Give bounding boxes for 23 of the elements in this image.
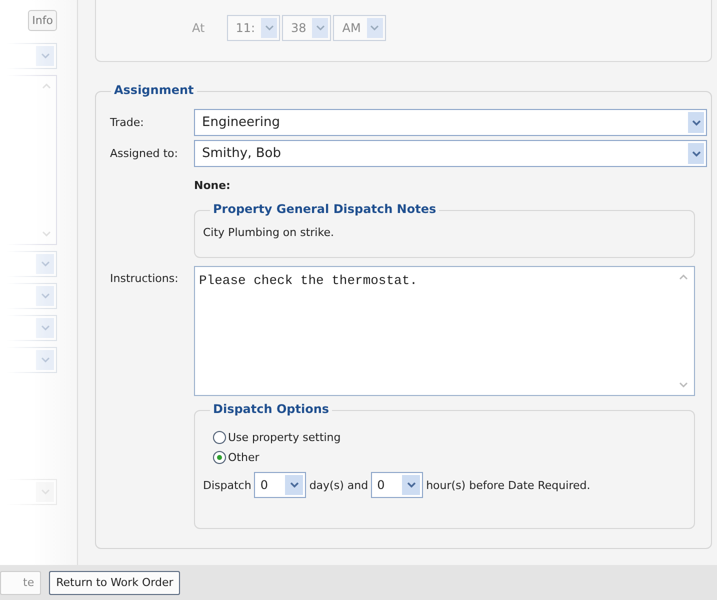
radio-label[interactable]: Other xyxy=(228,451,260,464)
trade-dropdown[interactable]: Engineering xyxy=(194,109,707,136)
at-label: At xyxy=(192,20,205,34)
radio-button[interactable] xyxy=(213,431,226,444)
field-label: Assigned to: xyxy=(110,147,179,160)
hours-label: hour(s) before Date Required. xyxy=(426,478,590,492)
assignee-dropdown[interactable]: Smithy, Bob xyxy=(194,140,707,167)
radio-button[interactable] xyxy=(213,451,226,464)
radio-label[interactable]: Use property setting xyxy=(228,431,341,444)
days-label: day(s) and xyxy=(309,478,368,492)
hours-dropdown[interactable]: 0 xyxy=(371,472,424,498)
instructions-field[interactable]: Please check the thermostat. xyxy=(194,266,695,396)
notes-text: City Plumbing on strike. xyxy=(203,226,335,239)
group-title: Property General Dispatch Notes xyxy=(210,202,440,216)
info-button[interactable]: Info xyxy=(28,10,57,31)
group-title: Dispatch Options xyxy=(210,402,332,416)
none-label: None: xyxy=(194,179,232,192)
days-dropdown[interactable]: 0 xyxy=(254,472,306,498)
dispatch-label: Dispatch xyxy=(203,478,252,492)
field-label: Trade: xyxy=(110,116,145,129)
group-title: Assignment xyxy=(111,83,197,97)
field-label: Instructions: xyxy=(110,272,180,285)
return-button[interactable]: Return to Work Order xyxy=(49,570,180,594)
